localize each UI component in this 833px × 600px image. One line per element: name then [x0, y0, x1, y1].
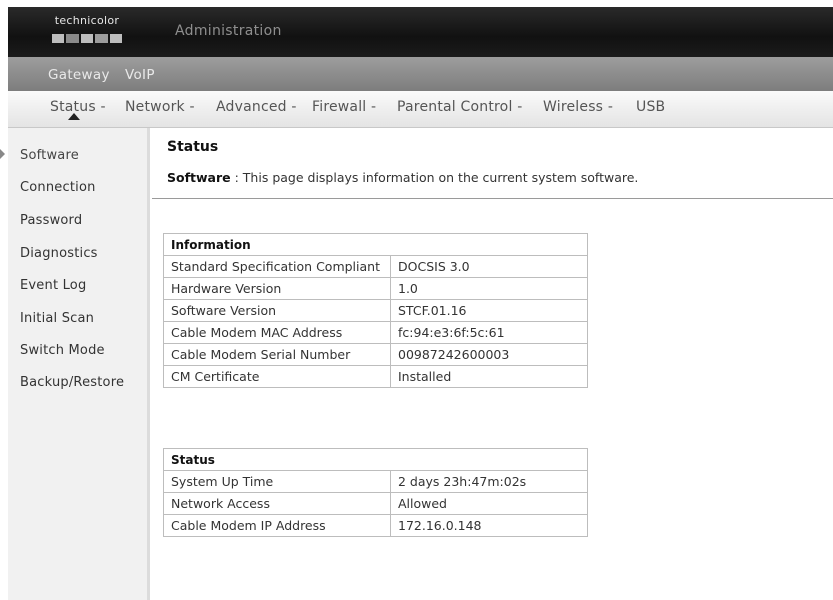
- description-label: Software: [167, 170, 231, 185]
- top-nav-voip[interactable]: VoIP: [125, 67, 155, 83]
- row-value: 172.16.0.148: [390, 514, 588, 537]
- tab-wireless[interactable]: Wireless -: [543, 99, 613, 115]
- table-row: Cable Modem Serial Number 00987242600003: [163, 343, 588, 366]
- sidebar-item-diagnostics[interactable]: Diagnostics: [20, 246, 98, 261]
- row-value: 2 days 23h:47m:02s: [390, 470, 588, 493]
- sidebar-item-backup-restore[interactable]: Backup/Restore: [20, 375, 124, 390]
- table-row: System Up Time 2 days 23h:47m:02s: [163, 470, 588, 493]
- row-label: Cable Modem MAC Address: [163, 321, 391, 344]
- tab-network[interactable]: Network -: [125, 99, 195, 115]
- table-row: Cable Modem MAC Address fc:94:e3:6f:5c:61: [163, 321, 588, 344]
- row-value: STCF.01.16: [390, 299, 588, 322]
- logo-text: technicolor: [54, 14, 120, 27]
- row-label: CM Certificate: [163, 365, 391, 388]
- row-value: DOCSIS 3.0: [390, 255, 588, 278]
- sidebar-item-connection[interactable]: Connection: [20, 180, 96, 195]
- table-header: Information: [163, 233, 588, 256]
- row-label: Software Version: [163, 299, 391, 322]
- row-value: 1.0: [390, 277, 588, 300]
- tab-firewall[interactable]: Firewall -: [312, 99, 376, 115]
- tab-parental-control[interactable]: Parental Control -: [397, 99, 522, 115]
- table-row: Software Version STCF.01.16: [163, 299, 588, 322]
- sidebar-item-event-log[interactable]: Event Log: [20, 278, 86, 293]
- active-tab-indicator-icon: [68, 113, 80, 120]
- row-label: Hardware Version: [163, 277, 391, 300]
- tab-advanced[interactable]: Advanced -: [216, 99, 297, 115]
- row-value: Installed: [390, 365, 588, 388]
- table-row: Network Access Allowed: [163, 492, 588, 515]
- row-label: Standard Specification Compliant: [163, 255, 391, 278]
- table-row: CM Certificate Installed: [163, 365, 588, 388]
- page-title: Status: [167, 139, 219, 155]
- divider: [152, 198, 833, 199]
- tab-usb[interactable]: USB: [636, 99, 665, 115]
- table-row: Cable Modem IP Address 172.16.0.148: [163, 514, 588, 537]
- row-label: System Up Time: [163, 470, 391, 493]
- top-header: technicolor Administration: [8, 7, 833, 57]
- status-table: Status System Up Time 2 days 23h:47m:02s …: [163, 448, 588, 537]
- sidebar-item-switch-mode[interactable]: Switch Mode: [20, 343, 105, 358]
- row-value: 00987242600003: [390, 343, 588, 366]
- sidebar-item-initial-scan[interactable]: Initial Scan: [20, 311, 94, 326]
- description-text: : This page displays information on the …: [230, 170, 639, 185]
- page-description: Software : This page displays informatio…: [167, 170, 638, 185]
- row-label: Network Access: [163, 492, 391, 515]
- header-title: Administration: [175, 23, 282, 39]
- row-label: Cable Modem Serial Number: [163, 343, 391, 366]
- top-nav: Gateway VoIP: [8, 57, 833, 91]
- table-header: Status: [163, 448, 588, 471]
- information-table: Information Standard Specification Compl…: [163, 233, 588, 388]
- logo-mark-icon: [52, 34, 123, 43]
- sidebar-item-password[interactable]: Password: [20, 213, 82, 228]
- sidebar-item-software[interactable]: Software: [20, 148, 79, 163]
- active-item-caret-icon: [0, 149, 5, 159]
- top-nav-gateway[interactable]: Gateway: [48, 67, 110, 83]
- table-row: Standard Specification Compliant DOCSIS 3…: [163, 255, 588, 278]
- row-value: fc:94:e3:6f:5c:61: [390, 321, 588, 344]
- row-value: Allowed: [390, 492, 588, 515]
- technicolor-logo[interactable]: technicolor: [28, 12, 146, 52]
- row-label: Cable Modem IP Address: [163, 514, 391, 537]
- sub-nav: Status - Network - Advanced - Firewall -…: [8, 91, 833, 128]
- table-row: Hardware Version 1.0: [163, 277, 588, 300]
- sidebar: Software Connection Password Diagnostics…: [8, 128, 150, 600]
